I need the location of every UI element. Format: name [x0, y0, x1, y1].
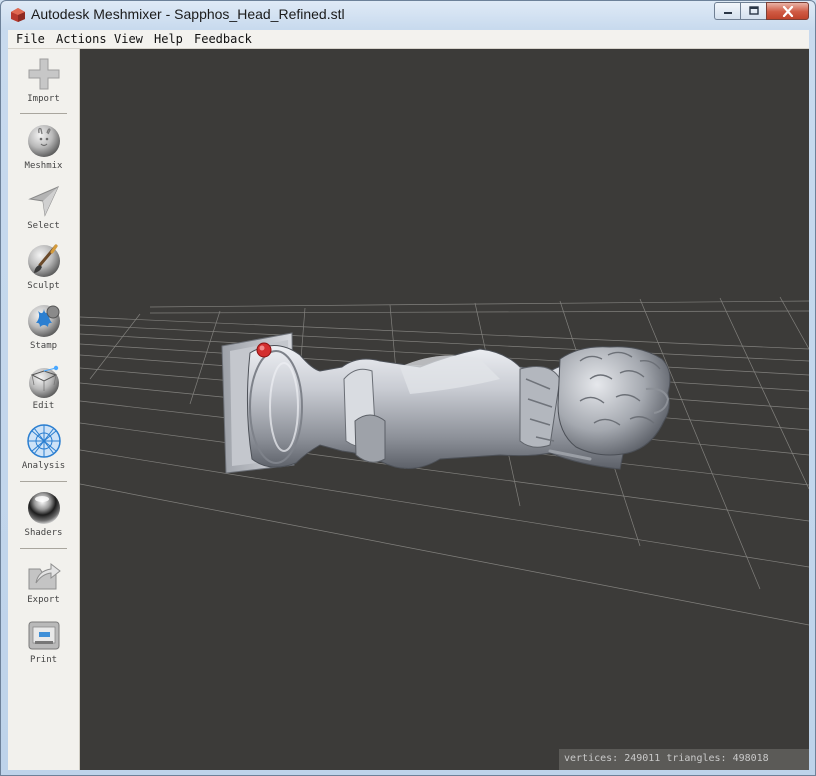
- tool-label: Meshmix: [24, 161, 63, 171]
- tool-label: Print: [29, 655, 58, 665]
- tool-sculpt[interactable]: Sculpt: [8, 240, 79, 298]
- menu-feedback[interactable]: Feedback: [194, 32, 252, 46]
- stamp-ball-icon: [27, 305, 60, 337]
- app-window: Autodesk Meshmixer - Sapphos_Head_Refine…: [0, 0, 816, 776]
- tool-label: Edit: [32, 401, 55, 411]
- toolbar-divider: [20, 548, 67, 549]
- menu-bar: File Actions View Help Feedback: [8, 30, 809, 49]
- title-bar[interactable]: Autodesk Meshmixer - Sapphos_Head_Refine…: [1, 1, 815, 29]
- mesh-model[interactable]: [221, 332, 671, 474]
- plus-icon: [28, 58, 59, 90]
- toolbar-divider: [20, 113, 67, 114]
- menu-view[interactable]: View: [114, 32, 143, 46]
- arrow-cursor-icon: [27, 186, 59, 217]
- tool-select[interactable]: Select: [8, 180, 79, 238]
- tool-label: Select: [27, 221, 60, 231]
- printer-icon: [28, 621, 59, 650]
- tool-export[interactable]: Export: [8, 554, 79, 612]
- minimize-button[interactable]: [714, 2, 740, 20]
- floor-grid: [80, 296, 809, 626]
- maximize-icon: [748, 6, 759, 15]
- tool-stamp[interactable]: Stamp: [8, 300, 79, 358]
- tool-analysis[interactable]: Analysis: [8, 420, 79, 478]
- tool-label: Import: [27, 94, 60, 104]
- maximize-button[interactable]: [740, 2, 766, 20]
- tool-meshmix[interactable]: Meshmix: [8, 120, 79, 178]
- menu-actions[interactable]: Actions: [56, 32, 107, 46]
- meshmixer-logo-icon: [11, 8, 25, 22]
- menu-help[interactable]: Help: [154, 32, 183, 46]
- close-button[interactable]: [766, 2, 809, 20]
- tool-shaders[interactable]: Shaders: [8, 487, 79, 545]
- tool-label: Stamp: [29, 341, 58, 351]
- tool-label: Sculpt: [27, 281, 60, 291]
- close-icon: [782, 5, 793, 17]
- chrome-ball-icon: [27, 492, 60, 524]
- menu-file[interactable]: File: [16, 32, 45, 46]
- mesh-ball-icon: [26, 424, 61, 458]
- export-arrow-icon: [28, 562, 61, 590]
- brush-ball-icon: [27, 244, 60, 277]
- window-title: Autodesk Meshmixer - Sapphos_Head_Refine…: [31, 6, 345, 22]
- minimize-icon: [723, 12, 732, 14]
- viewport-scene: [80, 296, 809, 626]
- mesh-stats-readout: vertices: 249011 triangles: 498018: [559, 749, 809, 770]
- tool-label: Shaders: [24, 528, 63, 538]
- window-controls: [714, 2, 809, 21]
- tool-edit[interactable]: Edit: [8, 360, 79, 418]
- toolbar-divider: [20, 481, 67, 482]
- pivot-marker[interactable]: [256, 342, 272, 358]
- bunny-ball-icon: [27, 125, 60, 157]
- edit-ball-icon: [28, 365, 59, 398]
- tool-sidebar: Import Meshmix Select Sculpt Stamp Edit …: [8, 49, 80, 770]
- tool-label: Export: [27, 595, 60, 605]
- 3d-viewport[interactable]: vertices: 249011 triangles: 498018: [80, 49, 809, 770]
- tool-print[interactable]: Print: [8, 614, 79, 672]
- tool-label: Analysis: [21, 461, 66, 471]
- tool-import[interactable]: Import: [8, 53, 79, 111]
- pivot-marker-highlight: [259, 345, 265, 351]
